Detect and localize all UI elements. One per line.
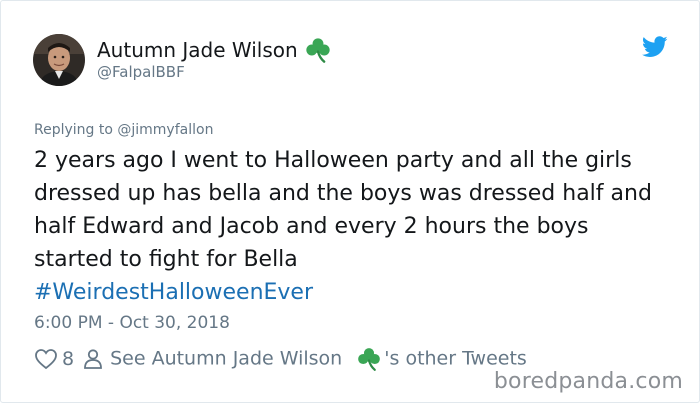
other-tweets-suffix[interactable]: 's other Tweets bbox=[384, 348, 527, 370]
author-name-row[interactable]: Autumn Jade Wilson bbox=[97, 36, 332, 64]
other-tweets-prefix[interactable]: See Autumn Jade Wilson bbox=[110, 348, 342, 370]
twitter-bird-icon[interactable] bbox=[642, 36, 668, 58]
shamrock-icon bbox=[306, 38, 330, 63]
tweet-footer: 8 See Autumn Jade Wilson 's other Tweets bbox=[34, 346, 527, 372]
author-name[interactable]: Autumn Jade Wilson bbox=[97, 38, 298, 62]
tweet-timestamp[interactable]: 6:00 PM - Oct 30, 2018 bbox=[34, 313, 230, 333]
author-handle[interactable]: @FalpalBBF bbox=[97, 63, 185, 81]
like-count[interactable]: 8 bbox=[62, 348, 74, 370]
avatar[interactable] bbox=[33, 34, 85, 86]
watermark: boredpanda.com bbox=[493, 369, 683, 394]
tweet-card: Autumn Jade Wilson @FalpalBBF Replying t… bbox=[0, 0, 700, 403]
tweet-text: 2 years ago I went to Halloween party an… bbox=[34, 148, 652, 272]
person-icon bbox=[84, 349, 102, 369]
tweet-body: 2 years ago I went to Halloween party an… bbox=[34, 144, 674, 309]
see-other-tweets-link[interactable]: See Autumn Jade Wilson 's other Tweets bbox=[110, 346, 527, 372]
heart-icon[interactable] bbox=[34, 348, 58, 370]
shamrock-icon bbox=[358, 348, 381, 371]
replying-to[interactable]: Replying to @jimmyfallon bbox=[34, 122, 213, 138]
avatar-image bbox=[33, 34, 85, 86]
hashtag-link[interactable]: #WeirdestHalloweenEver bbox=[34, 280, 313, 305]
